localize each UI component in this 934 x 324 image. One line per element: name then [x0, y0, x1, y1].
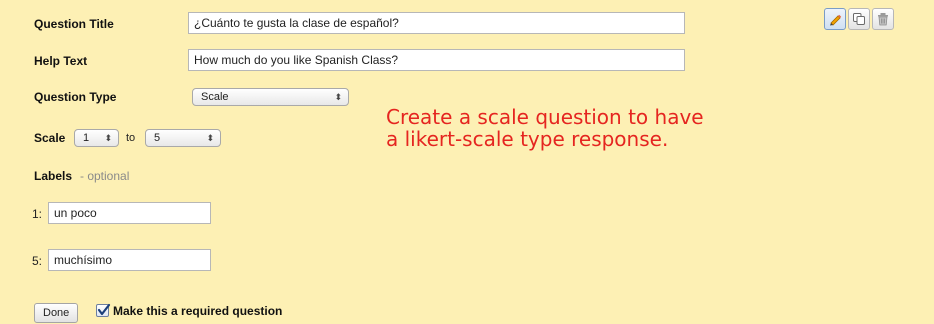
scale-from-value: 1 — [83, 132, 90, 144]
high-label-input[interactable]: muchísimo — [48, 249, 211, 271]
low-label-input[interactable]: un poco — [48, 202, 211, 224]
question-type-value: Scale — [201, 91, 229, 103]
copy-icon — [853, 13, 865, 25]
labels-optional-hint: - optional — [80, 169, 130, 183]
low-label-prefix: 1: — [32, 207, 43, 221]
scale-from-select[interactable]: 1 ⬍ — [74, 129, 119, 147]
edit-button[interactable] — [824, 8, 846, 30]
question-editor-panel: Question Title ¿Cuánto te gusta la clase… — [0, 0, 934, 324]
annotation-line-2: a likert-scale type response. — [386, 127, 669, 151]
pencil-icon — [830, 14, 842, 26]
done-button[interactable]: Done — [34, 303, 79, 323]
required-question-label: Make this a required question — [113, 304, 283, 318]
duplicate-button[interactable] — [848, 8, 870, 30]
question-type-select[interactable]: Scale ⬍ — [192, 88, 349, 106]
help-text-label: Help Text — [34, 54, 88, 68]
delete-button[interactable] — [872, 8, 894, 30]
labels-heading: Labels — [34, 169, 73, 183]
select-arrows-icon: ⬍ — [206, 133, 214, 143]
scale-to-value: 5 — [154, 132, 161, 144]
scale-to-select[interactable]: 5 ⬍ — [145, 129, 221, 147]
scale-label: Scale — [34, 131, 66, 145]
select-arrows-icon: ⬍ — [104, 133, 112, 143]
select-arrows-icon: ⬍ — [334, 92, 342, 102]
question-type-label: Question Type — [34, 90, 117, 104]
question-title-input[interactable]: ¿Cuánto te gusta la clase de español? — [188, 12, 685, 34]
scale-to-label: to — [126, 132, 136, 144]
annotation-line-1: Create a scale question to have — [386, 105, 704, 129]
help-text-input[interactable]: How much do you like Spanish Class? — [188, 49, 685, 71]
high-label-prefix: 5: — [32, 254, 43, 268]
question-title-label: Question Title — [34, 17, 114, 31]
checkmark-icon — [97, 303, 111, 316]
trash-icon — [878, 13, 888, 26]
required-checkbox[interactable] — [96, 303, 111, 317]
